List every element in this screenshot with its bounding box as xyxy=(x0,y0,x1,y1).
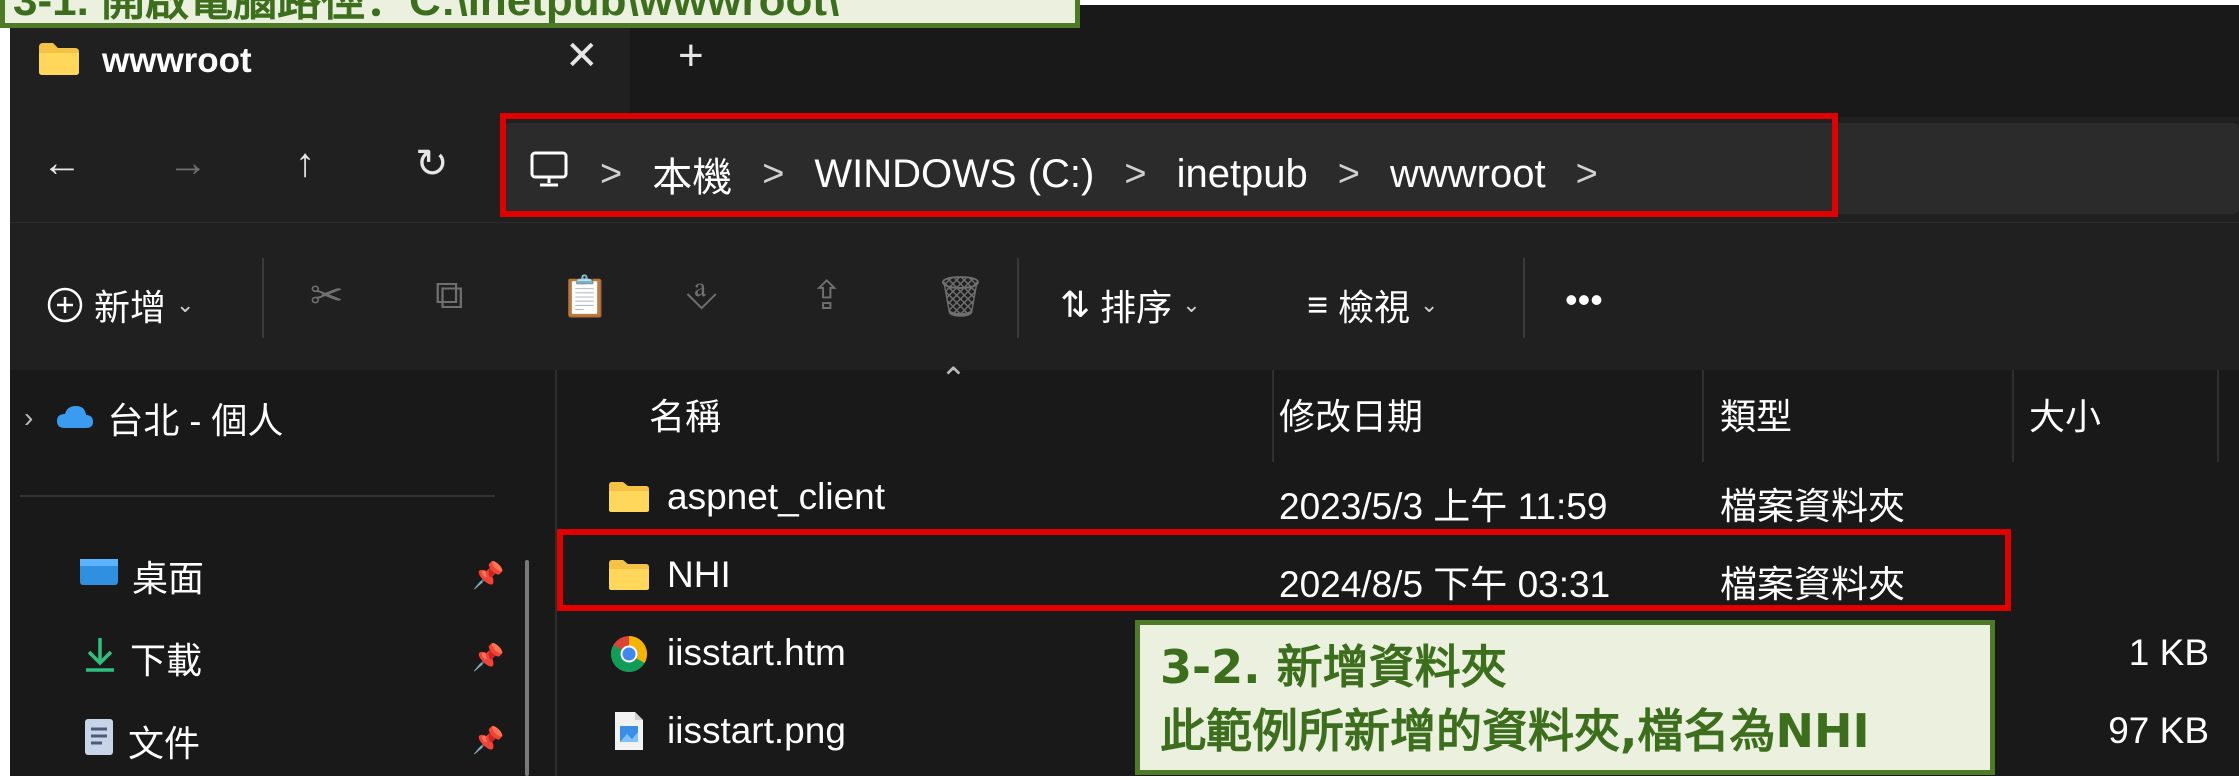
new-button[interactable]: 新增 ⌄ xyxy=(46,279,194,331)
file-modified: 2023/5/3 上午 11:59 xyxy=(1279,486,1608,527)
annotation-callout: 3-2. 新增資料夾 此範例所新增的資料夾,檔名為NHI xyxy=(1135,620,1995,775)
sidebar-item-downloads[interactable]: 下載 xyxy=(82,632,202,684)
pin-icon[interactable]: 📌 xyxy=(472,642,504,673)
view-button[interactable]: ≡ 檢視 ⌄ xyxy=(1307,279,1438,331)
back-button[interactable]: ← xyxy=(42,141,82,186)
file-size: 1 KB xyxy=(2128,632,2209,673)
sort-button-label: 排序 xyxy=(1100,287,1173,328)
pin-icon[interactable]: 📌 xyxy=(472,725,504,756)
cut-icon[interactable]: ✂ xyxy=(310,273,344,319)
documents-icon xyxy=(82,717,116,766)
delete-icon[interactable]: 🗑 xyxy=(935,273,986,320)
chevron-down-icon: ⌄ xyxy=(176,292,195,317)
nhi-highlight-box xyxy=(557,529,2011,611)
toolbar-divider xyxy=(1017,258,1019,338)
sort-button[interactable]: ⇅ 排序 ⌄ xyxy=(1060,279,1201,331)
rename-icon[interactable]: ⎀ xyxy=(685,273,717,318)
share-icon[interactable]: ⇪ xyxy=(810,273,844,319)
sort-icon: ⇅ xyxy=(1060,284,1091,325)
column-header-name[interactable]: 名稱 xyxy=(649,388,721,440)
sort-ascending-icon: ⌃ xyxy=(940,361,967,397)
forward-button[interactable]: → xyxy=(168,141,208,186)
close-tab-icon[interactable]: ✕ xyxy=(565,33,599,79)
pin-icon[interactable]: 📌 xyxy=(472,560,504,591)
column-header-type[interactable]: 類型 xyxy=(1720,388,1792,440)
cloud-icon xyxy=(55,397,95,439)
image-file-icon xyxy=(613,710,645,761)
chevron-down-icon: ⌄ xyxy=(1420,292,1439,317)
annotation-line: 此範例所新增的資料夾,檔名為NHI xyxy=(1160,704,1870,758)
column-header-modified[interactable]: 修改日期 xyxy=(1279,388,1423,440)
new-button-label: 新增 xyxy=(94,287,167,328)
toolbar-divider xyxy=(262,258,264,338)
new-tab-button[interactable]: + xyxy=(678,31,704,81)
file-name: iisstart.png xyxy=(667,710,846,751)
column-header-size[interactable]: 大小 xyxy=(2029,388,2101,440)
folder-icon xyxy=(37,41,81,82)
sidebar-scrollbar[interactable] xyxy=(525,560,529,776)
sidebar-item-label: 台北 - 個人 xyxy=(107,400,284,441)
up-button[interactable]: ↑ xyxy=(295,141,315,186)
column-divider[interactable] xyxy=(1272,370,1274,462)
add-circle-icon xyxy=(47,287,83,323)
sidebar-divider xyxy=(20,495,495,497)
refresh-button[interactable]: ↻ xyxy=(415,141,449,187)
more-options-button[interactable]: ••• xyxy=(1565,279,1603,321)
folder-icon xyxy=(607,480,651,523)
file-name: iisstart.htm xyxy=(667,632,846,673)
paste-icon[interactable]: 📋 xyxy=(560,273,610,320)
annotation-callout-top: 3-1. 開啟電腦路徑：C:\inetpub\wwwroot\ xyxy=(0,0,1080,28)
chrome-icon xyxy=(609,634,649,683)
file-explorer-window: wwwroot ✕ + ← → ↑ ↻ > 本機 > WINDOWS (C:) xyxy=(10,5,2239,776)
toolbar-divider xyxy=(1523,258,1525,338)
more-icon: ••• xyxy=(1565,279,1603,320)
sidebar-item-documents[interactable]: 文件 xyxy=(82,715,200,767)
download-icon xyxy=(82,634,118,683)
sidebar-item-label: 下載 xyxy=(130,640,203,681)
file-type: 檔案資料夾 xyxy=(1720,486,1905,527)
sidebar-item-cloud[interactable]: › 台北 - 個人 xyxy=(24,392,283,444)
file-name: aspnet_client xyxy=(667,476,886,517)
sidebar-item-desktop[interactable]: 桌面 xyxy=(78,550,204,602)
copy-icon[interactable]: ⧉ xyxy=(435,273,464,318)
annotation-line: 3-2. 新增資料夾 xyxy=(1160,640,1507,694)
chevron-down-icon: ⌄ xyxy=(1182,292,1201,317)
column-divider[interactable] xyxy=(1702,370,1704,462)
file-size: 97 KB xyxy=(2108,710,2209,751)
column-divider[interactable] xyxy=(2012,370,2014,462)
view-list-icon: ≡ xyxy=(1307,284,1329,325)
address-highlight-box xyxy=(500,113,1838,217)
desktop-icon xyxy=(78,555,120,598)
tab-title: wwwroot xyxy=(102,41,252,80)
command-bar: 新增 ⌄ ✂ ⧉ 📋 ⎀ ⇪ 🗑 ⇅ 排序 ⌄ ≡ 檢視 ⌄ ••• xyxy=(10,222,2239,371)
navigation-pane: › 台北 - 個人 桌面 📌 下載 📌 文件 📌 xyxy=(10,370,555,776)
chevron-right-icon[interactable]: › xyxy=(24,402,33,434)
view-button-label: 檢視 xyxy=(1338,287,1411,328)
sidebar-item-label: 文件 xyxy=(128,723,201,764)
column-divider[interactable] xyxy=(2217,370,2219,462)
sidebar-item-label: 桌面 xyxy=(132,558,205,599)
